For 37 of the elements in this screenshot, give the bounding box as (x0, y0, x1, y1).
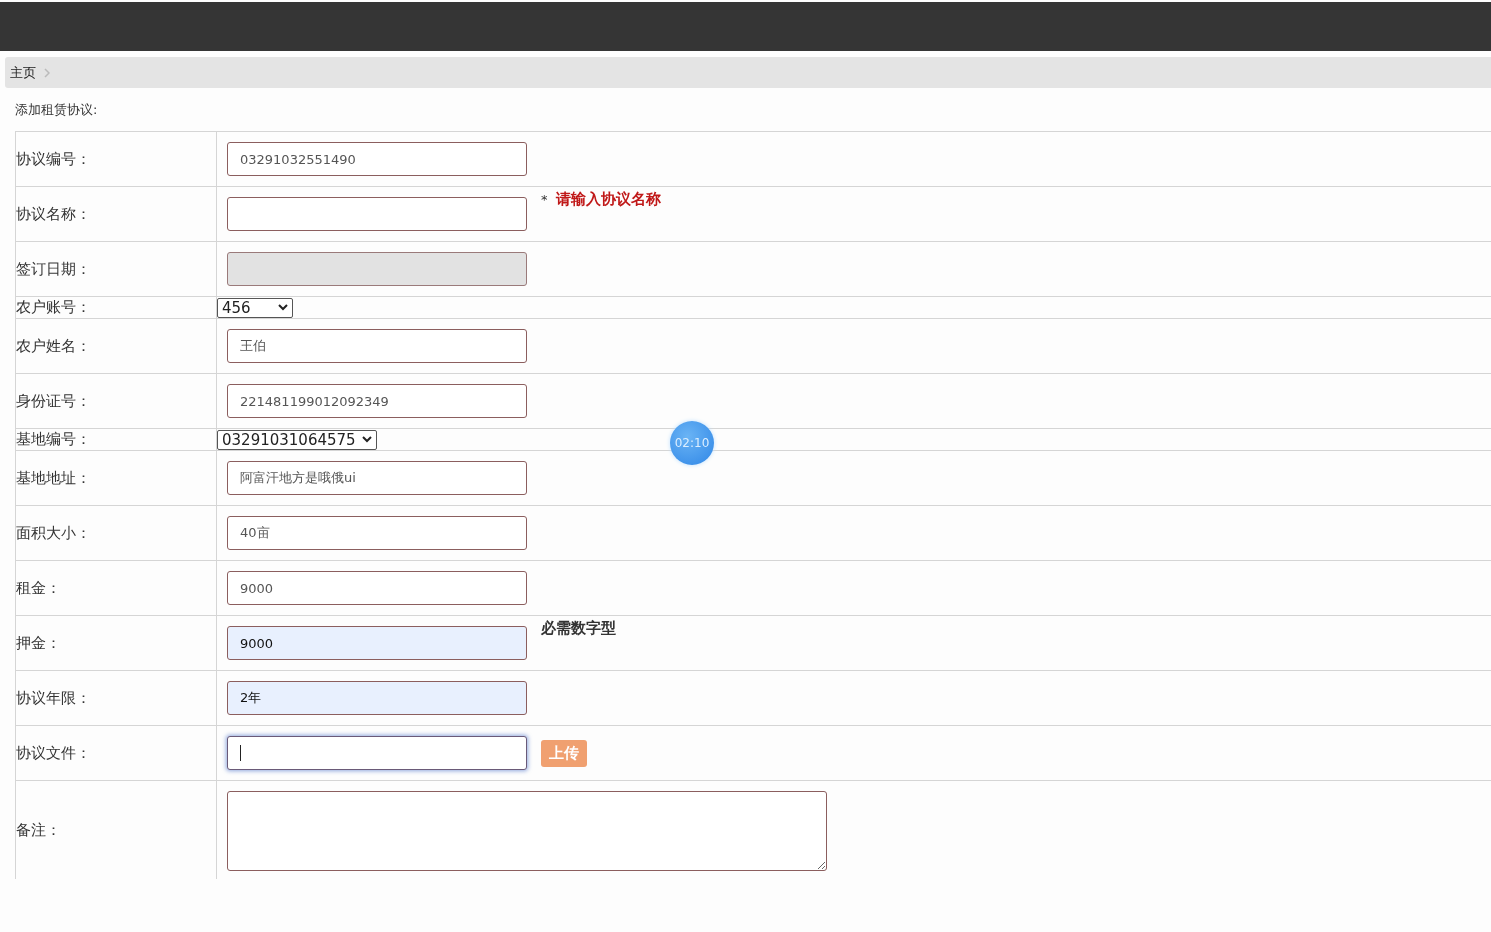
field-label: 押金： (16, 633, 61, 653)
field-label: 面积大小： (16, 523, 91, 543)
select-dropdown[interactable]: 03291031064575 (217, 429, 377, 450)
input-field[interactable]: 40亩 (227, 516, 527, 550)
chevron-icon (44, 67, 50, 78)
input-field[interactable]: 阿富汗地方是哦俄ui (227, 461, 527, 495)
field-label: 协议年限： (16, 688, 91, 708)
field-label: 协议名称： (16, 204, 91, 224)
text-cursor (240, 745, 241, 761)
chevron-down-icon (361, 436, 372, 443)
chevron-down-icon (278, 304, 288, 311)
form-title: 添加租赁协议: (15, 101, 99, 119)
field-label: 协议文件： (16, 743, 91, 763)
input-field[interactable] (227, 197, 527, 231)
input-field[interactable]: 王伯 (227, 329, 527, 363)
input-field[interactable] (227, 736, 527, 770)
timer-badge: 02:10 (670, 421, 714, 465)
input-field[interactable]: 221481199012092349 (227, 384, 527, 418)
required-mark: * (541, 192, 548, 207)
validation-message: 必需数字型 (541, 619, 616, 638)
validation-message: 请输入协议名称 (555, 190, 661, 209)
field-label: 签订日期： (16, 259, 91, 279)
input-field[interactable]: 9000 (227, 571, 527, 605)
textarea-field[interactable] (227, 791, 827, 871)
input-field[interactable]: 03291032551490 (227, 142, 527, 176)
field-label: 协议编号： (16, 149, 91, 169)
field-label: 租金： (16, 578, 61, 598)
field-label: 身份证号： (16, 391, 91, 411)
input-field[interactable]: 2年 (227, 681, 527, 715)
field-label: 农户姓名： (16, 336, 91, 356)
select-dropdown[interactable]: 456 (217, 297, 293, 318)
breadcrumb-link[interactable]: 主页 (10, 63, 36, 82)
input-field[interactable]: 9000 (227, 626, 527, 660)
field-label: 基地地址： (16, 468, 91, 488)
field-label: 基地编号： (16, 430, 91, 449)
field-label: 农户账号： (16, 298, 91, 317)
field-label: 备注： (16, 820, 61, 840)
